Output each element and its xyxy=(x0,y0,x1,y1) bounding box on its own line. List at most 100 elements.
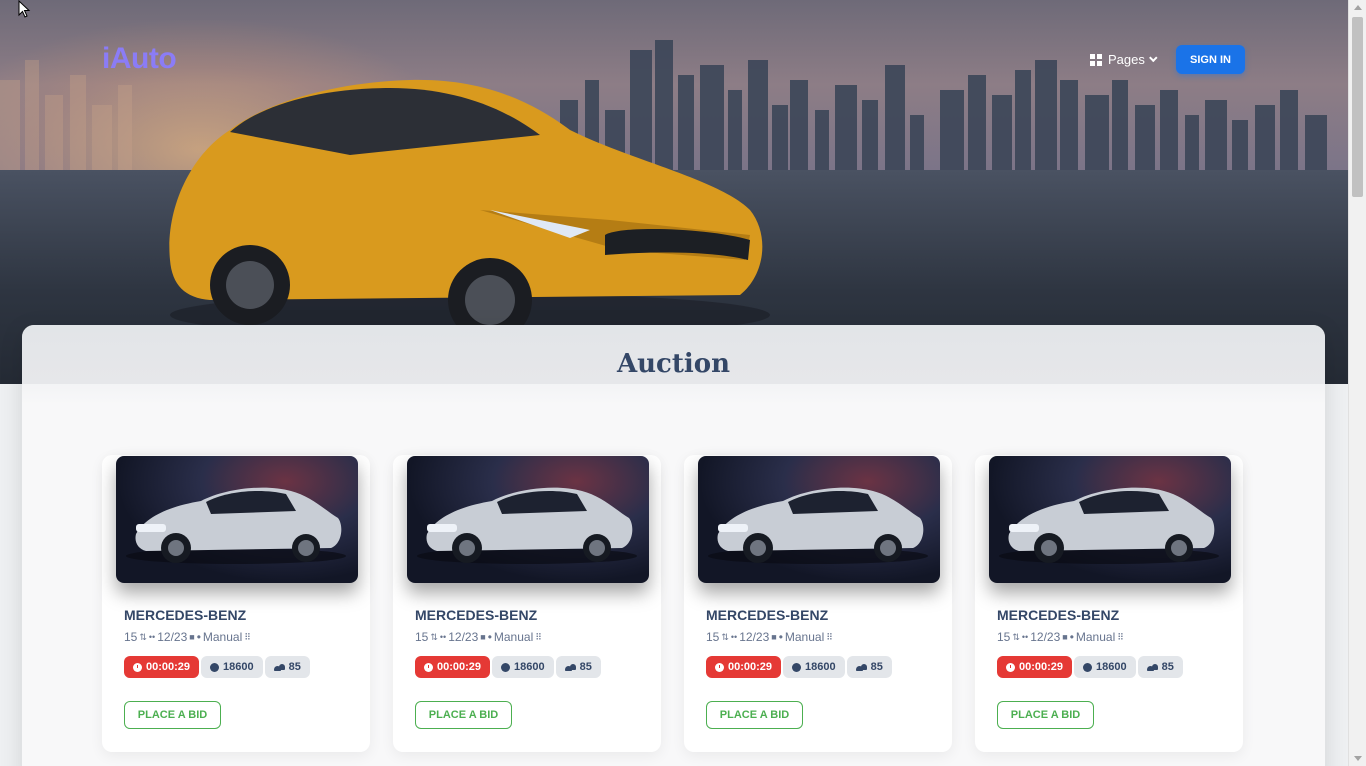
place-bid-button[interactable]: PLACE A BID xyxy=(997,701,1094,729)
bidders-value: 85 xyxy=(1161,661,1174,673)
car-title[interactable]: MERCEDES-BENZ xyxy=(415,607,537,623)
date-value: 12/23 xyxy=(739,630,770,644)
place-bid-button[interactable]: PLACE A BID xyxy=(124,701,221,729)
auction-stats: 00:00:29 18600 85 xyxy=(415,656,601,678)
price-value: 18600 xyxy=(514,661,545,673)
brand-logo[interactable]: iAuto xyxy=(102,42,177,76)
separator-icon: •• xyxy=(439,632,447,642)
scroll-down-icon[interactable] xyxy=(1354,756,1362,761)
clock-icon xyxy=(133,662,142,672)
car-image[interactable] xyxy=(116,456,358,583)
timer-value: 00:00:29 xyxy=(1019,661,1064,673)
place-bid-button[interactable]: PLACE A BID xyxy=(706,701,803,729)
separator-icon: •• xyxy=(148,632,156,642)
auction-stats: 00:00:29 18600 85 xyxy=(706,656,892,678)
auction-panel: Auction MERCEDES-BENZ 15 ⇅ •• 12/23 ■ • … xyxy=(22,325,1325,766)
seats-icon: ⇅ xyxy=(721,631,729,642)
grid-icon xyxy=(1090,53,1102,66)
car-specs: 15 ⇅ •• 12/23 ■ • Manual ⠿ xyxy=(997,630,1124,644)
bidders-badge: 85 xyxy=(1137,656,1183,678)
place-bid-button[interactable]: PLACE A BID xyxy=(415,701,512,729)
price-badge: 18600 xyxy=(783,656,845,678)
dot-separator: • xyxy=(1069,630,1074,644)
transmission-value: Manual xyxy=(784,630,825,644)
clock-icon xyxy=(1006,662,1015,672)
bidders-badge: 85 xyxy=(264,656,310,678)
timer-badge: 00:00:29 xyxy=(415,656,491,678)
car-title[interactable]: MERCEDES-BENZ xyxy=(124,607,246,623)
fuel-icon: ■ xyxy=(1062,632,1068,642)
page-scrollbar[interactable] xyxy=(1348,0,1366,766)
transmission-value: Manual xyxy=(493,630,534,644)
scroll-thumb[interactable] xyxy=(1352,17,1363,197)
car-image[interactable] xyxy=(407,456,649,583)
hero-car-image xyxy=(169,79,770,340)
car-specs: 15 ⇅ •• 12/23 ■ • Manual ⠿ xyxy=(415,630,542,644)
seats-value: 15 xyxy=(124,630,138,644)
dot-separator: • xyxy=(487,630,492,644)
dot-separator: • xyxy=(778,630,783,644)
sign-in-button[interactable]: SIGN IN xyxy=(1176,45,1245,74)
price-badge: 18600 xyxy=(201,656,263,678)
seats-icon: ⇅ xyxy=(1012,631,1020,642)
timer-badge: 00:00:29 xyxy=(706,656,782,678)
price-badge: 18600 xyxy=(1074,656,1136,678)
fuel-icon: ■ xyxy=(771,632,777,642)
price-value: 18600 xyxy=(223,661,254,673)
price-value: 18600 xyxy=(1096,661,1127,673)
pages-dropdown[interactable]: Pages xyxy=(1090,52,1158,67)
date-value: 12/23 xyxy=(448,630,479,644)
car-specs: 15 ⇅ •• 12/23 ■ • Manual ⠿ xyxy=(124,630,251,644)
timer-badge: 00:00:29 xyxy=(997,656,1073,678)
date-value: 12/23 xyxy=(1030,630,1061,644)
car-image[interactable] xyxy=(698,456,940,583)
scroll-up-icon[interactable] xyxy=(1354,5,1362,10)
auction-stats: 00:00:29 18600 85 xyxy=(124,656,310,678)
pages-label: Pages xyxy=(1108,52,1145,67)
chevron-down-icon xyxy=(1148,53,1158,62)
timer-value: 00:00:29 xyxy=(728,661,773,673)
auction-card: MERCEDES-BENZ 15 ⇅ •• 12/23 ■ • Manual ⠿… xyxy=(393,455,661,752)
coin-icon xyxy=(1083,662,1093,672)
coin-icon xyxy=(792,662,802,672)
section-title: Auction xyxy=(616,349,731,379)
transmission-value: Manual xyxy=(202,630,243,644)
gearbox-icon: ⠿ xyxy=(535,631,542,642)
people-icon xyxy=(273,663,285,671)
bidders-value: 85 xyxy=(288,661,301,673)
car-image[interactable] xyxy=(989,456,1231,583)
fuel-icon: ■ xyxy=(189,632,195,642)
seats-value: 15 xyxy=(997,630,1011,644)
timer-value: 00:00:29 xyxy=(146,661,191,673)
clock-icon xyxy=(715,662,724,672)
car-silhouette xyxy=(999,487,1219,564)
auction-card: MERCEDES-BENZ 15 ⇅ •• 12/23 ■ • Manual ⠿… xyxy=(102,455,370,752)
seats-value: 15 xyxy=(415,630,429,644)
price-badge: 18600 xyxy=(492,656,554,678)
car-silhouette xyxy=(417,487,637,564)
timer-badge: 00:00:29 xyxy=(124,656,200,678)
seats-icon: ⇅ xyxy=(139,631,147,642)
price-value: 18600 xyxy=(805,661,836,673)
gearbox-icon: ⠿ xyxy=(826,631,833,642)
bidders-badge: 85 xyxy=(555,656,601,678)
mouse-cursor-icon xyxy=(18,0,31,18)
gearbox-icon: ⠿ xyxy=(1117,631,1124,642)
car-silhouette xyxy=(708,487,928,564)
auction-card: MERCEDES-BENZ 15 ⇅ •• 12/23 ■ • Manual ⠿… xyxy=(975,455,1243,752)
auction-stats: 00:00:29 18600 85 xyxy=(997,656,1183,678)
bidders-badge: 85 xyxy=(846,656,892,678)
seats-value: 15 xyxy=(706,630,720,644)
seats-icon: ⇅ xyxy=(430,631,438,642)
car-title[interactable]: MERCEDES-BENZ xyxy=(706,607,828,623)
coin-icon xyxy=(210,662,220,672)
bidders-value: 85 xyxy=(870,661,883,673)
bidders-value: 85 xyxy=(579,661,592,673)
coin-icon xyxy=(501,662,511,672)
car-title[interactable]: MERCEDES-BENZ xyxy=(997,607,1119,623)
separator-icon: •• xyxy=(730,632,738,642)
clock-icon xyxy=(424,662,433,672)
car-specs: 15 ⇅ •• 12/23 ■ • Manual ⠿ xyxy=(706,630,833,644)
timer-value: 00:00:29 xyxy=(437,661,482,673)
gearbox-icon: ⠿ xyxy=(244,631,251,642)
